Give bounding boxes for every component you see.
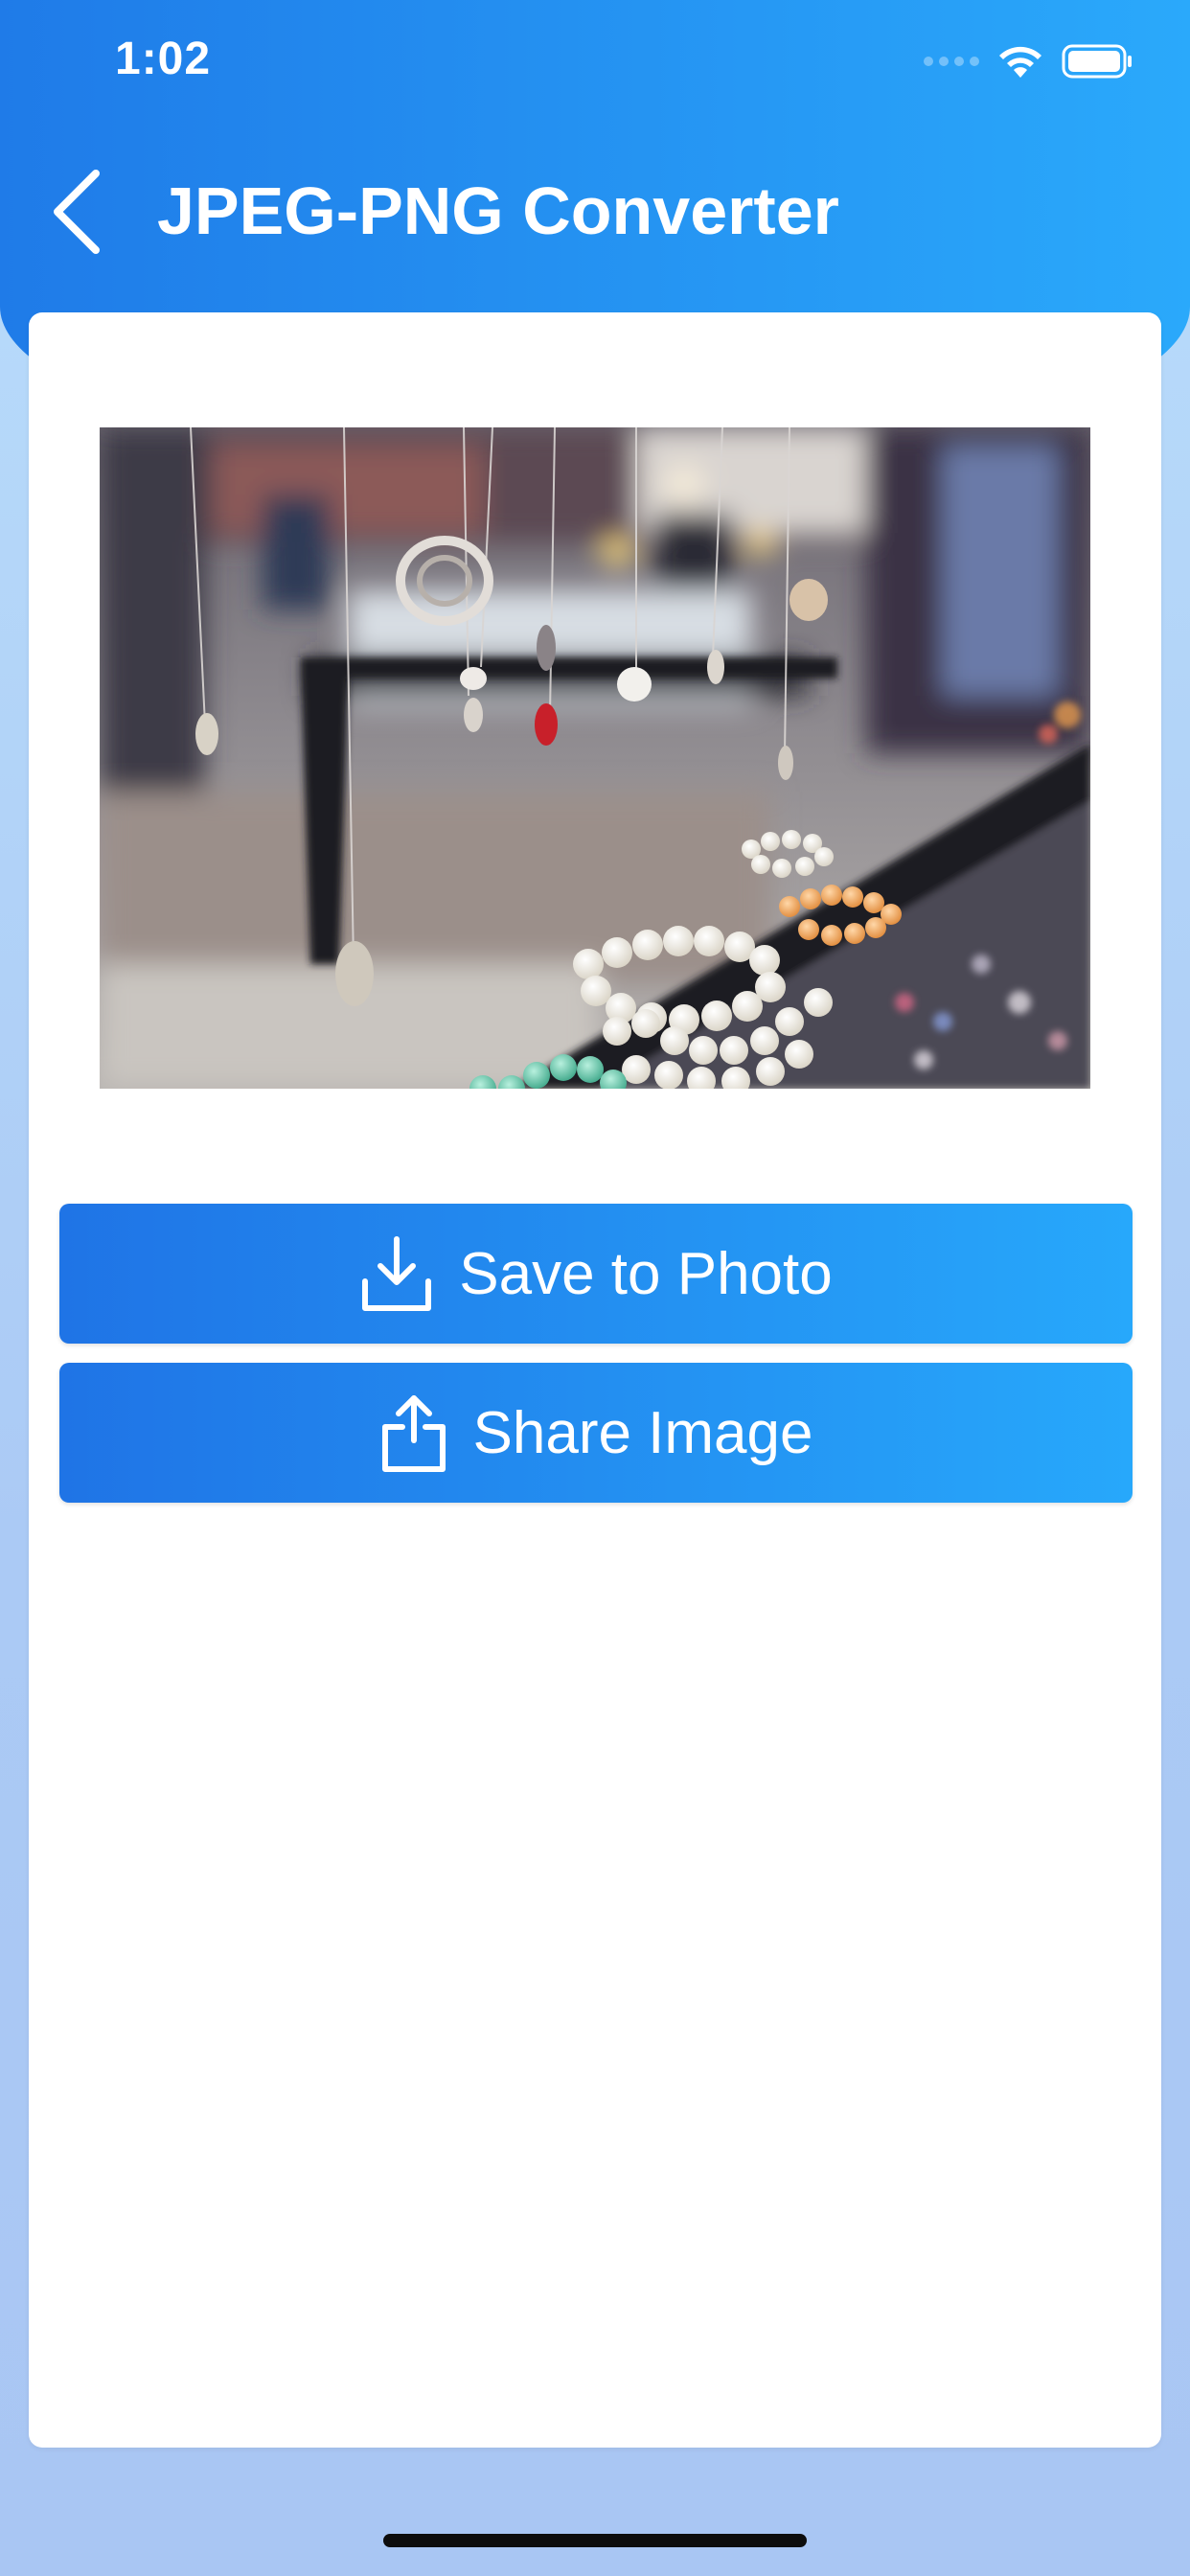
save-to-photo-button[interactable]: Save to Photo xyxy=(59,1204,1133,1344)
back-button[interactable] xyxy=(38,161,115,266)
signal-icon xyxy=(924,57,979,66)
battery-icon xyxy=(1062,43,1134,80)
save-to-photo-label: Save to Photo xyxy=(459,1240,833,1307)
home-indicator xyxy=(383,2534,807,2547)
share-icon xyxy=(379,1391,448,1475)
content-card: Save to Photo Share Image xyxy=(29,312,1161,2448)
status-icons xyxy=(924,40,1134,82)
page-title: JPEG-PNG Converter xyxy=(157,173,839,248)
status-time: 1:02 xyxy=(115,34,212,84)
chevron-left-icon xyxy=(50,168,103,261)
wifi-icon xyxy=(996,43,1044,80)
share-image-label: Share Image xyxy=(472,1399,813,1466)
download-icon xyxy=(359,1233,434,1314)
share-image-button[interactable]: Share Image xyxy=(59,1363,1133,1503)
image-preview xyxy=(100,427,1090,1089)
